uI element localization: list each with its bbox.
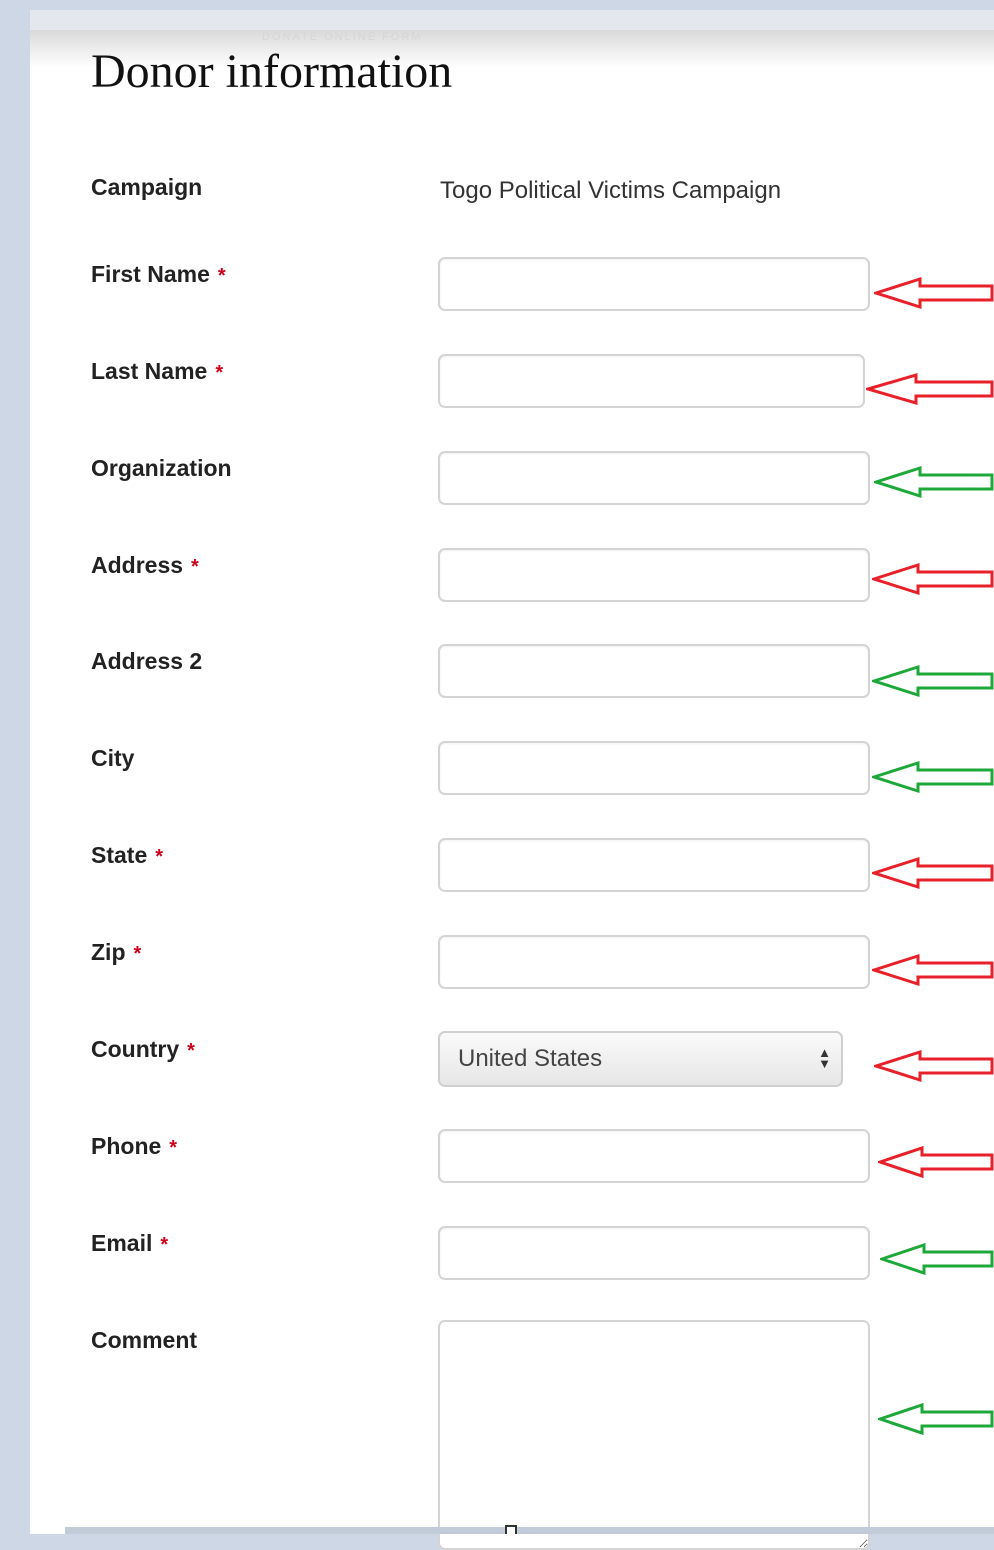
first-name-input[interactable]: [438, 257, 870, 311]
address2-input[interactable]: [438, 644, 870, 698]
campaign-value: Togo Political Victims Campaign: [440, 177, 782, 204]
page-title: Donor information: [91, 45, 453, 98]
state-label: State *: [91, 842, 163, 869]
address-label-text: Address: [91, 552, 184, 578]
city-label-text: City: [91, 745, 135, 771]
faint-header-text: DONATE ONLINE FORM: [262, 31, 423, 43]
required-asterisk: *: [160, 1234, 169, 1256]
left-arrow-icon: [874, 276, 994, 310]
required-asterisk: *: [155, 846, 164, 868]
state-label-text: State: [91, 842, 148, 868]
city-input[interactable]: [438, 741, 870, 795]
state-input[interactable]: [438, 838, 870, 892]
select-updown-icon: ▲ ▼: [818, 1045, 831, 1071]
left-arrow-icon: [878, 1402, 994, 1436]
address-label: Address *: [91, 552, 199, 579]
comment-textarea[interactable]: [438, 1320, 870, 1550]
campaign-label: Campaign: [91, 174, 202, 201]
address-input[interactable]: [438, 548, 870, 602]
left-arrow-icon: [872, 760, 994, 794]
last-name-label: Last Name *: [91, 358, 223, 385]
left-arrow-icon: [878, 1145, 994, 1179]
left-arrow-icon: [880, 1242, 994, 1276]
address2-label-text: Address 2: [91, 648, 203, 674]
organization-label-text: Organization: [91, 455, 232, 481]
city-label: City: [91, 745, 134, 772]
phone-label-text: Phone: [91, 1133, 162, 1159]
email-label-text: Email: [91, 1230, 153, 1256]
required-asterisk: *: [217, 265, 226, 287]
campaign-label-text: Campaign: [91, 174, 203, 200]
phone-label: Phone *: [91, 1133, 177, 1160]
bottom-scrollbar[interactable]: [65, 1527, 994, 1534]
comment-label: Comment: [91, 1327, 197, 1354]
last-name-input[interactable]: [438, 354, 865, 408]
country-label: Country *: [91, 1036, 195, 1063]
phone-input[interactable]: [438, 1129, 870, 1183]
zip-label-text: Zip: [91, 939, 126, 965]
first-name-label: First Name *: [91, 261, 226, 288]
first-name-label-text: First Name: [91, 261, 210, 287]
required-asterisk: *: [133, 943, 142, 965]
left-arrow-icon: [872, 562, 994, 596]
address2-label: Address 2: [91, 648, 202, 675]
required-asterisk: *: [187, 1040, 195, 1062]
comment-label-text: Comment: [91, 1327, 198, 1353]
left-arrow-icon: [872, 664, 994, 698]
email-input[interactable]: [438, 1226, 870, 1280]
zip-label: Zip *: [91, 939, 141, 966]
left-arrow-icon: [874, 465, 994, 499]
email-label: Email *: [91, 1230, 168, 1257]
left-arrow-icon: [874, 1049, 994, 1083]
zip-input[interactable]: [438, 935, 870, 989]
resize-handle[interactable]: [505, 1525, 517, 1534]
country-selected-value: United States: [458, 1045, 603, 1072]
country-label-text: Country: [91, 1036, 180, 1062]
organization-input[interactable]: [438, 451, 870, 505]
organization-label: Organization: [91, 455, 232, 482]
required-asterisk: *: [215, 362, 224, 384]
required-asterisk: *: [191, 556, 199, 578]
last-name-label-text: Last Name: [91, 358, 208, 384]
country-select[interactable]: United States ▲ ▼: [438, 1031, 843, 1087]
required-asterisk: *: [169, 1137, 178, 1159]
left-arrow-icon: [872, 856, 994, 890]
left-arrow-icon: [866, 373, 994, 405]
window-top-strip: [30, 10, 994, 30]
left-arrow-icon: [872, 953, 994, 987]
